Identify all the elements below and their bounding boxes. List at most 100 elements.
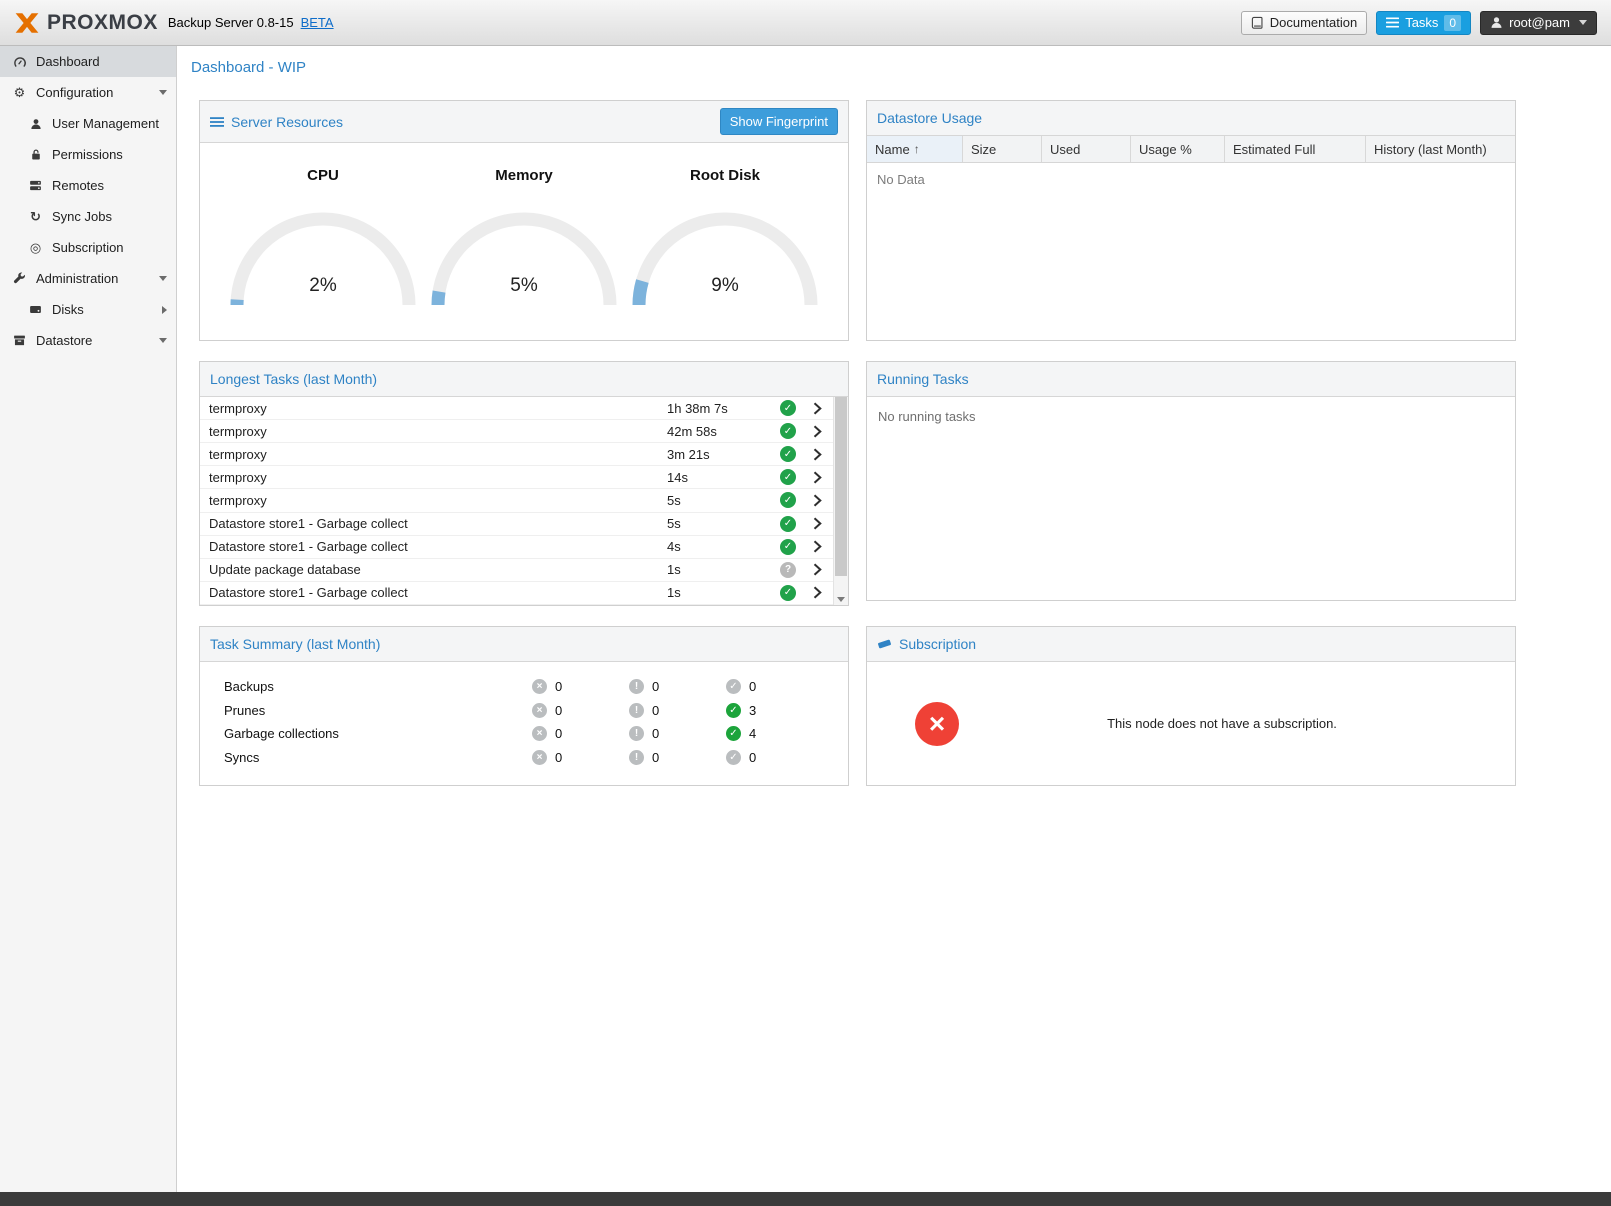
panel-title: Task Summary (last Month) <box>210 636 380 652</box>
ok-icon: ✓ <box>726 750 741 765</box>
summary-row: Backups ×0 !0 ✓0 <box>200 675 848 699</box>
subscription-panel: Subscription × This node does not have a… <box>866 626 1516 786</box>
sidebar-item-datastore[interactable]: Datastore <box>0 325 176 356</box>
sidebar-item-configuration[interactable]: ⚙ Configuration <box>0 77 176 108</box>
sidebar-item-disks[interactable]: Disks <box>0 294 176 325</box>
gauge-label: Memory <box>429 167 619 184</box>
task-row[interactable]: termproxy 42m 58s ✓ <box>200 420 833 443</box>
subscription-message: This node does not have a subscription. <box>959 716 1515 731</box>
sidebar: Dashboard ⚙ Configuration User Managemen… <box>0 46 177 1192</box>
task-row[interactable]: termproxy 5s ✓ <box>200 489 833 512</box>
proxmox-x-icon <box>14 10 40 36</box>
task-summary-panel: Task Summary (last Month) Backups ×0 !0 … <box>199 626 849 786</box>
sidebar-item-subscription[interactable]: ◎ Subscription <box>0 232 176 263</box>
ok-icon: ✓ <box>726 703 741 718</box>
chevron-right-icon[interactable] <box>803 586 831 599</box>
chevron-down-icon <box>1579 20 1587 25</box>
chevron-right-icon[interactable] <box>803 448 831 461</box>
task-list-icon <box>1386 16 1399 29</box>
gauge-value: 9% <box>630 275 820 297</box>
documentation-button[interactable]: Documentation <box>1241 11 1367 35</box>
chevron-right-icon[interactable] <box>803 517 831 530</box>
sidebar-item-permissions[interactable]: Permissions <box>0 139 176 170</box>
chevron-right-icon[interactable] <box>803 402 831 415</box>
column-header-name[interactable]: Name ↑ <box>867 136 963 162</box>
chevron-right-icon[interactable] <box>803 494 831 507</box>
error-icon: × <box>532 726 547 741</box>
sidebar-item-label: Datastore <box>36 333 92 348</box>
task-row[interactable]: termproxy 14s ✓ <box>200 466 833 489</box>
panel-title: Subscription <box>899 636 976 652</box>
task-row[interactable]: Update package database 1s ? <box>200 559 833 582</box>
task-list: termproxy 1h 38m 7s ✓ termproxy 42m 58s … <box>200 397 848 605</box>
scrollbar[interactable] <box>833 397 848 605</box>
documentation-label: Documentation <box>1270 15 1357 30</box>
user-menu-label: root@pam <box>1509 15 1570 30</box>
task-row[interactable]: termproxy 3m 21s ✓ <box>200 443 833 466</box>
status-icon: ✓ <box>780 539 796 555</box>
beta-link[interactable]: BETA <box>301 15 334 30</box>
gauge-root-disk: Root Disk 9% <box>630 167 820 340</box>
column-header-used[interactable]: Used <box>1042 136 1131 162</box>
column-header-history[interactable]: History (last Month) <box>1366 136 1515 162</box>
task-row[interactable]: Datastore store1 - Garbage collect 1s ✓ <box>200 582 833 605</box>
warning-icon: ! <box>629 726 644 741</box>
column-header-usage-pct[interactable]: Usage % <box>1131 136 1225 162</box>
product-version: Backup Server 0.8-15 <box>168 15 294 30</box>
summary-row: Prunes ×0 !0 ✓3 <box>200 699 848 723</box>
show-fingerprint-button[interactable]: Show Fingerprint <box>720 108 838 135</box>
sidebar-item-administration[interactable]: Administration <box>0 263 176 294</box>
status-icon: ✓ <box>780 492 796 508</box>
scrollbar-down-button[interactable] <box>834 597 848 602</box>
task-row[interactable]: Datastore store1 - Garbage collect 5s ✓ <box>200 513 833 536</box>
top-bar: PROXMOX Backup Server 0.8-15 BETA Docume… <box>0 0 1611 46</box>
page-title: Dashboard - WIP <box>191 59 1597 76</box>
chevron-right-icon[interactable] <box>803 563 831 576</box>
sidebar-item-label: User Management <box>52 116 159 131</box>
empty-state-text: No running tasks <box>867 397 1515 600</box>
life-ring-icon: ◎ <box>28 241 43 254</box>
gauges: CPU 2% Memory 5% Root Disk 9% <box>200 143 848 340</box>
scrollbar-thumb[interactable] <box>835 397 847 576</box>
sync-icon: ↻ <box>28 210 43 223</box>
panel-title: Server Resources <box>231 114 343 130</box>
column-header-size[interactable]: Size <box>963 136 1042 162</box>
longest-tasks-panel: Longest Tasks (last Month) termproxy 1h … <box>199 361 849 606</box>
unlock-icon <box>28 148 43 161</box>
user-menu-button[interactable]: root@pam <box>1480 11 1597 35</box>
tasks-count-badge: 0 <box>1444 15 1461 31</box>
status-icon: ✓ <box>780 585 796 601</box>
task-row[interactable]: termproxy 1h 38m 7s ✓ <box>200 397 833 420</box>
sidebar-item-remotes[interactable]: Remotes <box>0 170 176 201</box>
gauge-label: Root Disk <box>630 167 820 184</box>
sidebar-item-sync-jobs[interactable]: ↻ Sync Jobs <box>0 201 176 232</box>
table-header: Name ↑ Size Used Usage % E <box>867 136 1515 163</box>
chevron-down-icon <box>159 90 167 95</box>
gauge-value: 5% <box>429 275 619 297</box>
tasks-button[interactable]: Tasks 0 <box>1376 11 1471 35</box>
status-icon: ✓ <box>780 423 796 439</box>
proxmox-logo: PROXMOX <box>14 10 158 36</box>
chevron-down-icon <box>159 276 167 281</box>
panel-title: Datastore Usage <box>877 110 982 126</box>
sidebar-item-label: Permissions <box>52 147 123 162</box>
user-icon <box>28 118 43 130</box>
chevron-right-icon[interactable] <box>803 425 831 438</box>
column-header-estimated-full[interactable]: Estimated Full <box>1225 136 1366 162</box>
summary-row: Syncs ×0 !0 ✓0 <box>200 746 848 770</box>
sidebar-item-dashboard[interactable]: Dashboard <box>0 46 176 77</box>
proxmox-wordmark: PROXMOX <box>47 11 158 35</box>
chevron-right-icon[interactable] <box>803 540 831 553</box>
sidebar-item-user-management[interactable]: User Management <box>0 108 176 139</box>
task-row[interactable]: Datastore store1 - Garbage collect 4s ✓ <box>200 536 833 559</box>
sidebar-item-label: Sync Jobs <box>52 209 112 224</box>
warning-icon: ! <box>629 750 644 765</box>
gauge-value: 2% <box>228 275 418 297</box>
no-subscription-icon: × <box>915 702 959 746</box>
status-icon: ✓ <box>780 469 796 485</box>
content-header: Dashboard - WIP <box>177 46 1611 79</box>
chevron-down-icon <box>159 338 167 343</box>
book-icon <box>1251 16 1264 30</box>
sort-ascending-icon: ↑ <box>914 142 920 156</box>
chevron-right-icon[interactable] <box>803 471 831 484</box>
